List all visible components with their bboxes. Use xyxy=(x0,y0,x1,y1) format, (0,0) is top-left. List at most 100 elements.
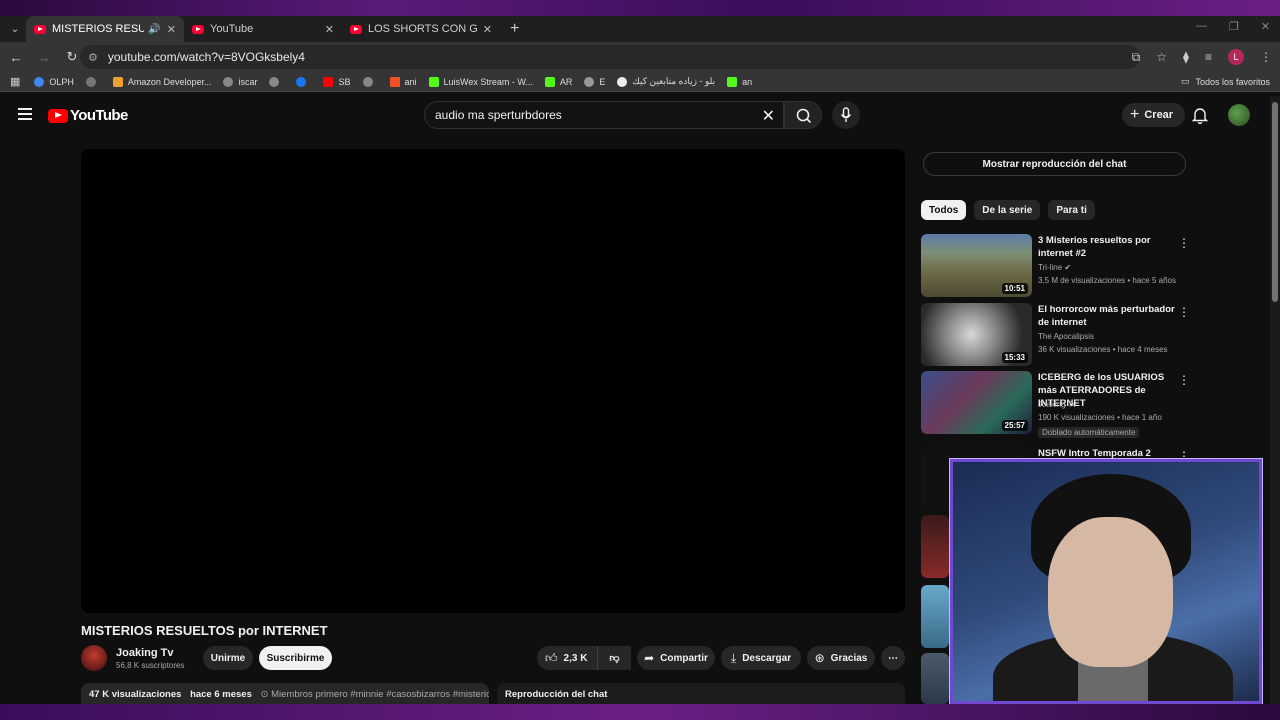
bookmark-item[interactable]: LuisWex Stream - W... xyxy=(428,76,533,87)
bookmark-item[interactable]: SB xyxy=(323,76,351,87)
hashtags[interactable]: #minnie #casosbizarros #misterio xyxy=(350,689,489,700)
browser-tab-strip: ⌄ MISTERIOS RESUELTOS por INTERNET 🔊 ✕ Y… xyxy=(0,16,1280,42)
subscribe-button[interactable]: Suscribirme xyxy=(259,646,332,670)
back-arrow-icon[interactable]: ← xyxy=(4,50,28,65)
scrollbar-thumb[interactable] xyxy=(1272,102,1278,302)
chip-series[interactable]: De la serie xyxy=(974,200,1041,220)
tab-shorts[interactable]: LOS SHORTS CON G*R3 DE YOUTUBE ✕ xyxy=(342,16,500,42)
video-title[interactable]: 3 Misterios resueltos por internet #2 xyxy=(1038,234,1178,260)
list-item[interactable]: 25:57 ICEBERG de los USUARIOS más ATERRA… xyxy=(921,371,1266,438)
search-button[interactable] xyxy=(784,101,822,129)
upload-age: hace 6 meses xyxy=(190,689,252,700)
list-item[interactable]: 10:51 3 Misterios resueltos por internet… xyxy=(921,234,1266,297)
bookmark-item[interactable] xyxy=(296,76,311,87)
extensions-puzzle-icon[interactable]: ⧫ xyxy=(1183,50,1189,64)
list-item[interactable]: 15:33 El horrorcow más perturbador de in… xyxy=(921,303,1266,366)
browser-menu-icon[interactable]: ⋮ xyxy=(1260,50,1272,64)
video-title[interactable]: El horrorcow más perturbador de internet xyxy=(1038,303,1178,329)
members-first-label: Miembros primero xyxy=(271,689,348,700)
more-vertical-icon[interactable]: ⋮ xyxy=(1178,373,1190,387)
download-button[interactable]: ⤓ Descargar xyxy=(721,646,801,670)
notifications-bell-icon[interactable] xyxy=(1192,106,1208,124)
channel-name[interactable]: The Apocalipsis xyxy=(1038,332,1094,341)
bookmark-item[interactable] xyxy=(269,76,284,87)
forward-arrow-icon[interactable]: → xyxy=(32,50,56,65)
share-button[interactable]: ➦ Compartir xyxy=(637,646,715,670)
bookmark-item[interactable]: Amazon Developer... xyxy=(112,76,211,87)
video-thumbnail[interactable]: 15:33 xyxy=(921,303,1032,366)
share-arrow-icon: ➦ xyxy=(644,651,655,665)
search-input[interactable]: audio ma sperturbdores ✕ xyxy=(424,101,784,129)
tab-close-icon[interactable]: ✕ xyxy=(483,23,492,36)
video-title: MISTERIOS RESUELTOS por INTERNET xyxy=(81,623,328,638)
bookmark-item[interactable]: iscar xyxy=(223,76,257,87)
tab-close-icon[interactable]: ✕ xyxy=(167,23,176,36)
channel-name[interactable]: Joaking Tv xyxy=(116,647,173,659)
voice-search-button[interactable] xyxy=(832,101,860,129)
show-chat-replay-button[interactable]: Mostrar reproducción del chat xyxy=(923,152,1186,176)
subscriber-count: 56,8 K suscriptores xyxy=(116,661,185,670)
webcam-overlay xyxy=(950,459,1262,704)
join-button[interactable]: Unirme xyxy=(203,646,253,670)
video-thumbnail[interactable]: 25:57 xyxy=(921,371,1032,434)
thanks-button[interactable]: ⊛ Gracias xyxy=(807,646,875,670)
video-meta: 3,5 M de visualizaciones • hace 5 años xyxy=(1038,276,1176,285)
video-thumbnail[interactable] xyxy=(921,585,949,648)
description-box[interactable]: 47 K visualizaciones hace 6 meses ⊙ Miem… xyxy=(81,683,489,704)
account-avatar[interactable] xyxy=(1228,104,1250,126)
site-info-icon[interactable]: ⚙ xyxy=(88,51,98,64)
clear-search-icon[interactable]: ✕ xyxy=(762,106,775,126)
tab-close-icon[interactable]: ✕ xyxy=(325,23,334,36)
menu-hamburger-icon[interactable] xyxy=(18,108,32,123)
folder-icon: ▭ xyxy=(1180,76,1190,86)
page-scrollbar[interactable] xyxy=(1270,96,1280,704)
apps-grid-icon[interactable]: ▦ xyxy=(10,75,20,88)
bookmark-item[interactable]: AR xyxy=(544,76,572,87)
new-tab-plus-icon[interactable]: + xyxy=(510,20,519,38)
all-bookmarks[interactable]: ▭ Todos los favoritos xyxy=(1181,76,1270,87)
bookmark-item[interactable] xyxy=(362,76,378,87)
chip-for-you[interactable]: Para ti xyxy=(1048,200,1095,220)
bookmark-item[interactable]: E xyxy=(584,76,605,87)
close-window-icon[interactable]: ✕ xyxy=(1261,20,1270,33)
tab-youtube[interactable]: YouTube ✕ xyxy=(184,16,342,42)
channel-name[interactable]: Joaking Tv xyxy=(1038,400,1077,409)
minimize-icon[interactable]: — xyxy=(1196,20,1207,33)
desktop-frame-top xyxy=(0,0,1280,16)
video-thumbnail[interactable] xyxy=(921,653,949,704)
window-controls: — ❐ ✕ xyxy=(1196,20,1270,33)
microphone-icon xyxy=(840,107,852,122)
maximize-icon[interactable]: ❐ xyxy=(1229,20,1239,33)
profile-avatar[interactable]: L xyxy=(1228,49,1244,65)
speaker-icon[interactable]: 🔊 xyxy=(148,24,160,35)
dislike-button[interactable]: 👎︎ xyxy=(597,646,631,670)
install-app-icon[interactable]: ⧉ xyxy=(1132,50,1141,65)
bookmark-item[interactable]: بلو - زياده متابعين كيك xyxy=(617,76,715,87)
browser-toolbar: ← → ↻ ⚙ youtube.com/watch?v=8VOGksbely4 … xyxy=(0,42,1280,72)
bookmark-item[interactable]: OLPH xyxy=(34,76,74,87)
address-bar[interactable]: ⚙ youtube.com/watch?v=8VOGksbely4 xyxy=(80,45,1140,69)
tab-title: YouTube xyxy=(210,23,254,35)
more-actions-button[interactable]: ⋯ xyxy=(881,646,905,670)
chip-all[interactable]: Todos xyxy=(921,200,967,220)
desktop-frame-bottom xyxy=(0,704,1280,720)
bookmark-star-icon[interactable]: ☆ xyxy=(1156,50,1167,64)
more-vertical-icon[interactable]: ⋮ xyxy=(1178,236,1190,250)
youtube-logo[interactable]: YouTube xyxy=(48,107,128,124)
youtube-favicon-icon xyxy=(192,24,204,34)
tab-video[interactable]: MISTERIOS RESUELTOS por INTERNET 🔊 ✕ xyxy=(26,16,184,42)
bookmark-item[interactable]: an xyxy=(727,76,752,87)
bookmark-item[interactable] xyxy=(85,76,101,87)
video-player[interactable] xyxy=(81,149,905,613)
tab-title: MISTERIOS RESUELTOS por INTERNET xyxy=(52,23,145,35)
channel-name[interactable]: Tri-line ✔ xyxy=(1038,263,1071,272)
video-thumbnail[interactable]: 10:51 xyxy=(921,234,1032,297)
channel-avatar[interactable] xyxy=(81,645,107,671)
create-button[interactable]: + Crear xyxy=(1122,103,1186,127)
media-queue-icon[interactable]: ≡ xyxy=(1205,50,1212,64)
video-duration: 25:57 xyxy=(1001,420,1028,431)
tab-search-chevron-icon[interactable]: ⌄ xyxy=(4,18,26,40)
bookmark-item[interactable]: ani xyxy=(389,76,417,87)
video-thumbnail[interactable] xyxy=(921,515,949,578)
more-vertical-icon[interactable]: ⋮ xyxy=(1178,305,1190,319)
